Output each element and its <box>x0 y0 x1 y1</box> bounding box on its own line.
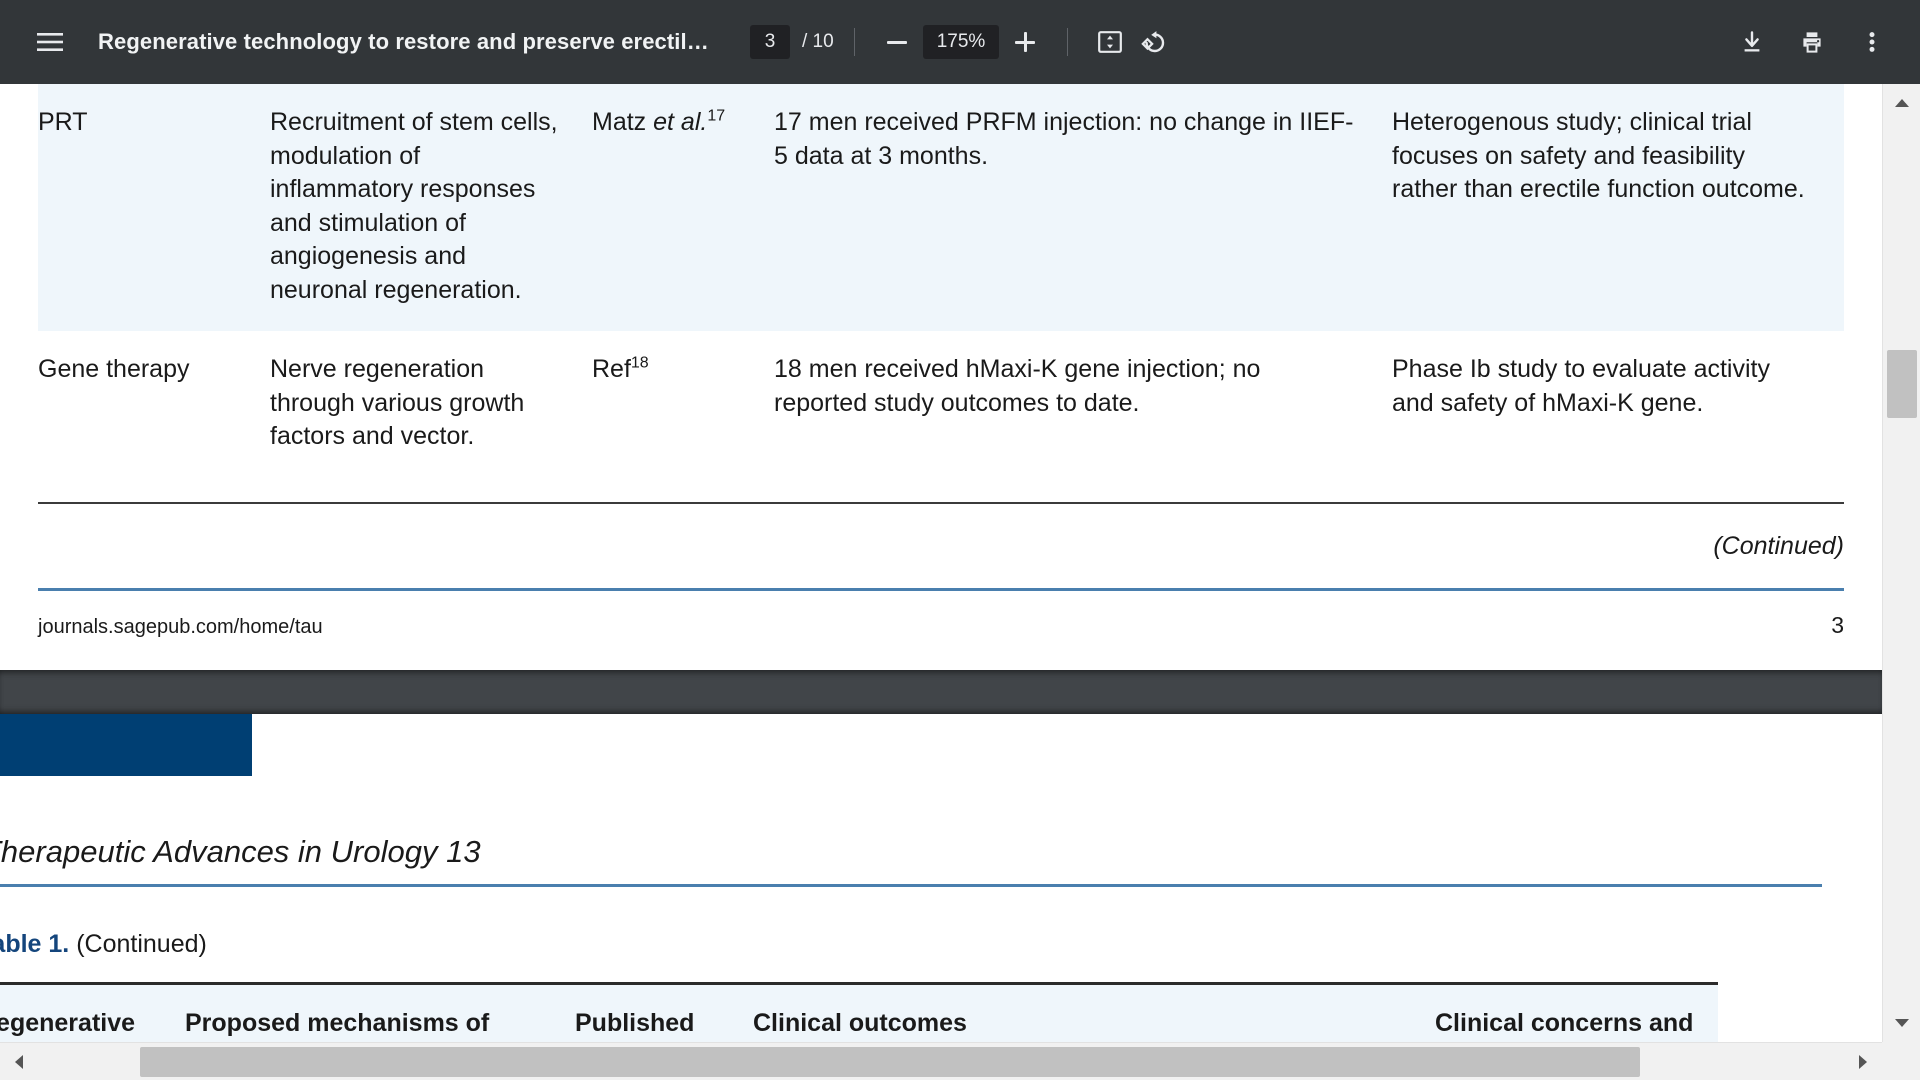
table-caption: Table 1. (Continued) <box>0 930 207 959</box>
page-count-label: / 10 <box>802 31 834 53</box>
scroll-right-arrow-icon <box>1859 1055 1867 1069</box>
pdf-page-3: PRT Recruitment of stem cells, modulatio… <box>0 84 1882 670</box>
header-published: Published <box>575 1009 753 1038</box>
toolbar-divider-2 <box>1067 28 1068 56</box>
toolbar-right-actions <box>1714 20 1894 64</box>
page-separator <box>0 670 1882 714</box>
published-italic: et al. <box>653 108 707 136</box>
cell-mechanism: Recruitment of stem cells, modulation of… <box>270 84 592 331</box>
pdf-toolbar: Regenerative technology to restore and p… <box>0 0 1920 84</box>
cell-concerns: Heterogenous study; clinical trial focus… <box>1392 84 1844 331</box>
cell-published: Ref18 <box>592 331 774 478</box>
rotate-counterclockwise-icon <box>1141 30 1167 54</box>
horizontal-scrollbar[interactable] <box>0 1042 1920 1080</box>
download-icon <box>1740 30 1764 54</box>
vertical-scrollbar[interactable] <box>1882 84 1920 1080</box>
page-navigation: / 10 <box>750 25 834 59</box>
minus-icon <box>887 41 907 44</box>
print-button[interactable] <box>1790 20 1834 64</box>
cell-technology: Gene therapy <box>38 331 270 478</box>
journal-title-rule <box>0 884 1822 887</box>
table-row: PRT Recruitment of stem cells, modulatio… <box>38 84 1844 331</box>
cell-outcomes: 17 men received PRFM injection: no chang… <box>774 84 1392 331</box>
horizontal-scrollbar-thumb[interactable] <box>140 1047 1640 1077</box>
download-button[interactable] <box>1730 20 1774 64</box>
scroll-left-button[interactable] <box>0 1043 38 1081</box>
continued-table-top: PRT Recruitment of stem cells, modulatio… <box>38 84 1844 478</box>
cell-published: Matz et al.17 <box>592 84 774 331</box>
toolbar-divider-1 <box>854 28 855 56</box>
cell-technology: PRT <box>38 84 270 331</box>
plus-icon <box>1015 32 1035 52</box>
scroll-right-button[interactable] <box>1844 1043 1882 1081</box>
scroll-down-arrow-icon <box>1895 1019 1909 1027</box>
table-label: Table 1. <box>0 930 69 958</box>
scroll-down-button[interactable] <box>1883 1004 1920 1042</box>
published-author: Ref <box>592 355 631 383</box>
journal-running-title: Therapeutic Advances in Urology 13 <box>0 834 481 870</box>
zoom-controls: 175% <box>875 20 1048 64</box>
continued-note: (Continued) <box>1713 532 1844 561</box>
pdf-viewer-scroll-area[interactable]: PRT Recruitment of stem cells, modulatio… <box>0 84 1920 1080</box>
document-title: Regenerative technology to restore and p… <box>98 29 718 55</box>
fit-to-page-button[interactable] <box>1088 20 1132 64</box>
footer-page-number: 3 <box>1831 612 1844 639</box>
cell-mechanism: Nerve regeneration through various growt… <box>270 331 592 478</box>
more-options-button[interactable] <box>1850 20 1894 64</box>
zoom-level-display[interactable]: 175% <box>923 25 1000 59</box>
pdf-pages-container: PRT Recruitment of stem cells, modulatio… <box>0 84 1882 1080</box>
pdf-page-4: Therapeutic Advances in Urology 13 Table… <box>0 714 1882 1080</box>
table-row: Gene therapy Nerve regeneration through … <box>38 331 1844 478</box>
published-ref: 17 <box>707 108 725 125</box>
header-concerns: Clinical concerns and <box>1435 1009 1718 1038</box>
header-mechanisms: Proposed mechanisms of <box>185 1009 575 1038</box>
zoom-in-button[interactable] <box>1003 20 1047 64</box>
cell-outcomes: 18 men received hMaxi-K gene injection; … <box>774 331 1392 478</box>
footer-url: journals.sagepub.com/home/tau <box>38 616 323 639</box>
cell-concerns: Phase Ib study to evaluate activity and … <box>1392 331 1844 478</box>
print-icon <box>1800 30 1824 54</box>
scrollbar-corner <box>1882 1042 1920 1080</box>
header-regenerative: Regenerative <box>0 1009 185 1038</box>
vertical-scrollbar-thumb[interactable] <box>1887 350 1917 418</box>
scroll-up-button[interactable] <box>1883 84 1920 122</box>
page-footer-rule <box>38 588 1844 591</box>
table-bottom-rule <box>38 502 1844 504</box>
published-ref: 18 <box>631 355 649 372</box>
journal-brand-block <box>0 714 252 776</box>
rotate-button[interactable] <box>1132 20 1176 64</box>
zoom-out-button[interactable] <box>875 20 919 64</box>
scroll-up-arrow-icon <box>1895 99 1909 107</box>
header-outcomes: Clinical outcomes <box>753 1009 1435 1038</box>
table-caption-rest: (Continued) <box>69 930 207 958</box>
hamburger-menu-icon[interactable] <box>28 20 72 64</box>
published-author: Matz <box>592 108 653 136</box>
page-number-input[interactable] <box>750 25 790 59</box>
fit-to-page-icon <box>1098 31 1122 53</box>
scroll-left-arrow-icon <box>15 1055 23 1069</box>
more-vertical-icon <box>1869 30 1875 54</box>
